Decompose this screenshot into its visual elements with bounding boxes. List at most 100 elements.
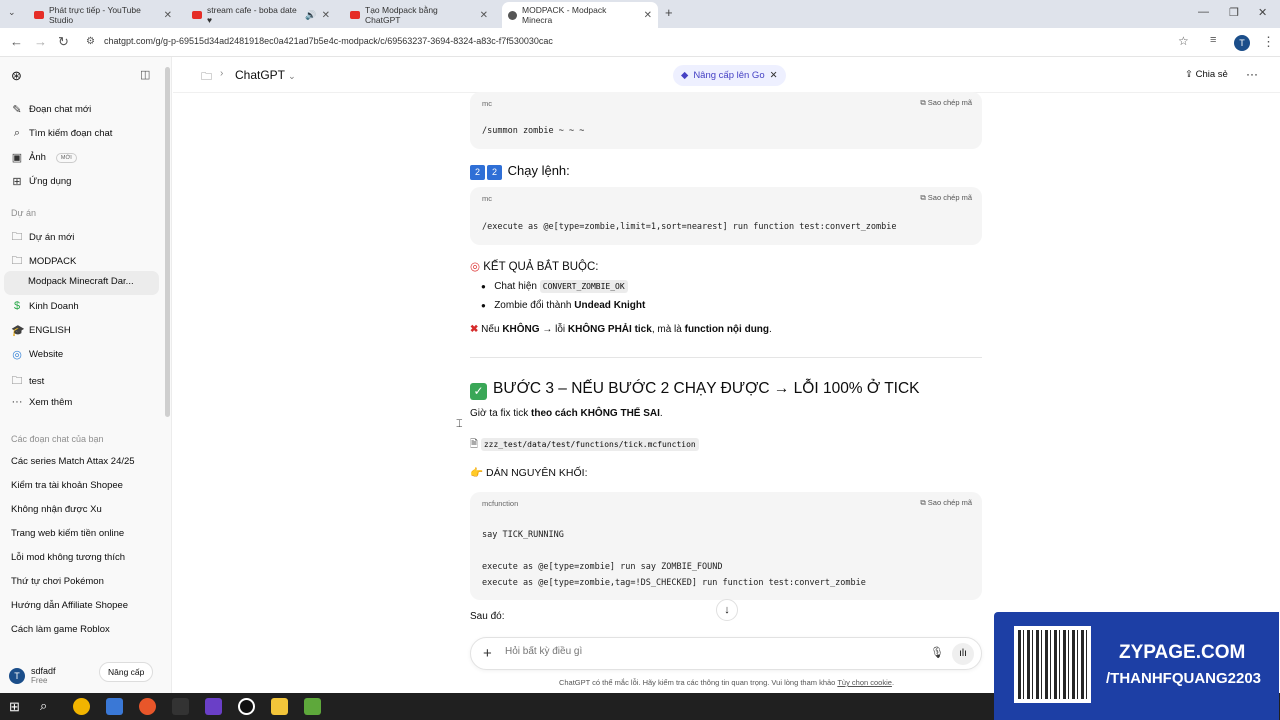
sidebar-chat-item[interactable]: Trang web kiếm tiền online xyxy=(11,528,124,539)
reading-list-icon[interactable]: ≡ xyxy=(1210,34,1216,46)
sidebar-toggle-icon[interactable]: ◫ xyxy=(140,68,150,81)
copy-code-button[interactable]: ⧉ Sao chép mã xyxy=(920,498,972,508)
code-line: /execute as @e[type=zombie,limit=1,sort=… xyxy=(482,222,897,232)
upgrade-go-label: Nâng cấp lên Go xyxy=(693,70,765,81)
cookie-options-link[interactable]: Tùy chọn cookie xyxy=(837,678,892,687)
tab-stream-cafe[interactable]: stream cafe - boba date ♥ 🔊 ✕ xyxy=(186,4,336,26)
sidebar-chat-item[interactable]: Không nhận được Xu xyxy=(11,504,102,515)
url-field[interactable]: chatgpt.com/g/g-p-69515d34ad2481918ec0a4… xyxy=(104,36,553,46)
window-close-icon[interactable]: ✕ xyxy=(1258,6,1267,19)
message-input[interactable] xyxy=(505,646,905,657)
more-options-icon[interactable]: ··· xyxy=(1246,67,1258,81)
close-icon[interactable]: ✕ xyxy=(480,10,488,21)
scroll-down-button[interactable]: ↓ xyxy=(716,599,738,621)
obs-icon[interactable] xyxy=(238,698,255,715)
sidebar-item-modpack-minecraft[interactable]: Modpack Minecraft Dar... xyxy=(28,276,134,287)
sidebar-chat-item[interactable]: Thứ tự chơi Pokémon xyxy=(11,576,104,587)
fix-text: Giờ ta fix tick xyxy=(470,408,529,419)
minimize-icon[interactable]: — xyxy=(1198,6,1209,18)
reload-icon[interactable]: ↻ xyxy=(58,34,69,50)
sidebar-item-test[interactable]: 🗀 test xyxy=(11,372,45,391)
windows-start-icon[interactable]: ⊞ xyxy=(9,699,20,715)
tab-search-icon[interactable]: ⌄ xyxy=(8,7,16,18)
new-tab-icon[interactable]: + xyxy=(665,5,673,20)
bullet-text: Chat hiện xyxy=(494,281,537,292)
sidebar-item-english[interactable]: 🎓 ENGLISH xyxy=(11,324,71,337)
warn-text: . xyxy=(769,324,772,335)
restore-icon[interactable]: ❐ xyxy=(1229,6,1239,19)
sidebar-chat-item[interactable]: Hướng dẫn Affiliate Shopee xyxy=(11,600,128,611)
address-bar-row: ← → ↻ ⚙ chatgpt.com/g/g-p-69515d34ad2481… xyxy=(0,28,1280,57)
sidebar-chat-item[interactable]: Lỗi mod không tương thích xyxy=(11,552,125,563)
share-button[interactable]: ⇪ Chia sẻ xyxy=(1185,69,1228,80)
see-more-button[interactable]: ··· Xem thêm xyxy=(11,396,73,408)
upgrade-button[interactable]: Nâng cấp xyxy=(99,662,154,682)
sidebar-chat-item[interactable]: Cách làm game Roblox xyxy=(11,624,110,635)
back-icon[interactable]: ← xyxy=(10,34,23,49)
user-plan: Free xyxy=(31,676,48,685)
youtube-icon xyxy=(34,11,44,19)
fix-line: Giờ ta fix tick theo cách KHÔNG THỂ SAI. xyxy=(470,408,663,419)
image-icon: ▣ xyxy=(11,152,23,164)
apps-grid-icon: ⊞ xyxy=(12,176,22,188)
openai-logo-icon[interactable]: ⊛ xyxy=(11,68,22,84)
chrome-icon[interactable] xyxy=(73,698,90,715)
search-icon[interactable]: ⌕ xyxy=(40,698,47,714)
forward-icon[interactable]: → xyxy=(34,34,47,49)
close-icon[interactable]: ✕ xyxy=(770,70,778,81)
bullet-dot: ● xyxy=(481,301,486,310)
voice-mode-icon[interactable]: ılı xyxy=(952,643,974,665)
tab-modpack-active[interactable]: MODPACK - Modpack Minecra ✕ xyxy=(502,2,658,28)
sidebar-chat-item[interactable]: Kiểm tra tài khoản Shopee xyxy=(11,480,123,491)
app-icon[interactable] xyxy=(139,698,156,715)
tab-youtube-studio[interactable]: Phát trực tiếp - YouTube Studio ✕ xyxy=(28,4,178,26)
copy-code-button[interactable]: ⧉ Sao chép mã xyxy=(920,193,972,203)
close-icon[interactable]: ✕ xyxy=(164,10,172,21)
images-button[interactable]: ▣ Ảnh MỚI xyxy=(11,151,77,164)
browser-menu-icon[interactable]: ⋮ xyxy=(1262,34,1275,50)
model-name: ChatGPT xyxy=(235,68,285,82)
close-icon[interactable]: ✕ xyxy=(322,10,330,21)
plus-icon[interactable]: + xyxy=(483,645,492,662)
apps-button[interactable]: ⊞ Ứng dụng xyxy=(11,175,71,188)
new-chat-button[interactable]: ✎ Đoạn chat mới xyxy=(11,103,91,116)
sidebar: ⊛ ◫ ✎ Đoạn chat mới ⌕ Tìm kiếm đoạn chat… xyxy=(0,57,172,693)
globe-icon: ◎ xyxy=(12,349,22,361)
bookmark-star-icon[interactable]: ☆ xyxy=(1178,34,1189,48)
code-block-execute: mc ⧉ Sao chép mã /execute as @e[type=zom… xyxy=(470,187,982,245)
model-selector[interactable]: ChatGPT ⌄ xyxy=(235,68,296,82)
tab-title: Phát trực tiếp - YouTube Studio xyxy=(49,5,141,25)
user-profile[interactable]: T sdfadf Free xyxy=(9,666,56,685)
keycap-2-icon: 2 xyxy=(487,165,502,180)
speaker-icon[interactable]: 🔊 xyxy=(305,10,316,21)
new-project-button[interactable]: 🗀 Dự án mới xyxy=(11,228,75,247)
folder-icon[interactable]: 🗀 xyxy=(201,68,212,87)
sidebar-item-kinh-doanh[interactable]: $ Kinh Doanh xyxy=(11,300,79,312)
sidebar-item-modpack[interactable]: 🗀 MODPACK xyxy=(11,252,77,271)
tab-title: Tạo Modpack bằng ChatGPT xyxy=(365,5,438,25)
upgrade-go-pill[interactable]: ◆ Nâng cấp lên Go ✕ xyxy=(673,65,786,86)
sidebar-scrollbar[interactable] xyxy=(165,67,170,417)
tab-tao-modpack[interactable]: Tạo Modpack bằng ChatGPT ✕ xyxy=(344,4,494,26)
app-icon[interactable] xyxy=(205,698,222,715)
profile-avatar[interactable]: T xyxy=(1234,35,1250,51)
new-badge: MỚI xyxy=(55,152,77,163)
minecraft-icon[interactable] xyxy=(304,698,321,715)
close-icon[interactable]: ✕ xyxy=(644,10,652,21)
promo-overlay: ZYPAGE.COM /THANHFQUANG2203 xyxy=(994,612,1279,720)
microphone-icon[interactable]: 🎙 xyxy=(930,646,944,659)
project-label: Website xyxy=(29,349,64,360)
code-line: execute as @e[type=zombie] run say ZOMBI… xyxy=(482,562,723,572)
sidebar-item-website[interactable]: ◎ Website xyxy=(11,348,63,361)
sidebar-chat-item[interactable]: Các series Match Attax 24/25 xyxy=(11,456,135,467)
avatar: T xyxy=(9,667,25,684)
site-info-icon[interactable]: ⚙ xyxy=(86,36,95,47)
warn-bold: function nội dung xyxy=(684,324,770,335)
search-chats-button[interactable]: ⌕ Tìm kiếm đoạn chat xyxy=(11,127,113,140)
disclaimer-end: . xyxy=(891,678,895,687)
file-explorer-icon[interactable] xyxy=(271,698,288,715)
capcut-icon[interactable] xyxy=(172,698,189,715)
chatgpt-favicon-icon xyxy=(508,10,517,20)
copy-code-button[interactable]: ⧉ Sao chép mã xyxy=(920,98,972,108)
app-icon[interactable] xyxy=(106,698,123,715)
